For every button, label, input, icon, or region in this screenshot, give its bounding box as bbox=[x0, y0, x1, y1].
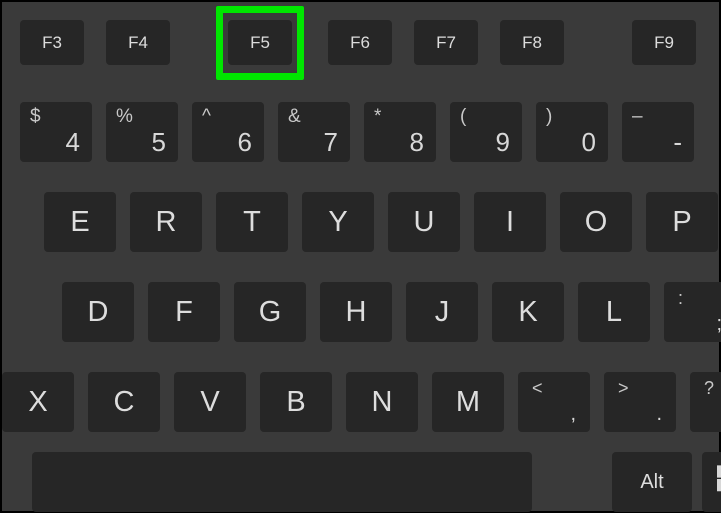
key-9[interactable]: (9 bbox=[450, 102, 522, 162]
key-6[interactable]: ^6 bbox=[192, 102, 264, 162]
key-label: V bbox=[200, 386, 219, 419]
key-label: T bbox=[243, 206, 261, 239]
key-label: U bbox=[414, 206, 435, 239]
key-period[interactable]: >. bbox=[604, 372, 676, 432]
key-upper: < bbox=[532, 378, 543, 399]
f8-key[interactable]: F8 bbox=[500, 20, 564, 65]
key-label: D bbox=[88, 296, 109, 329]
key-f[interactable]: F bbox=[148, 282, 220, 342]
key-slash[interactable]: ?/ bbox=[690, 372, 721, 432]
key-label: H bbox=[346, 296, 367, 329]
key-0[interactable]: )0 bbox=[536, 102, 608, 162]
key-label: N bbox=[372, 386, 393, 419]
alt-label: Alt bbox=[640, 471, 663, 494]
key-upper: – bbox=[632, 106, 643, 128]
key-upper: : bbox=[678, 288, 683, 309]
key-comma[interactable]: <, bbox=[518, 372, 590, 432]
f4-key[interactable]: F4 bbox=[106, 20, 170, 65]
key-label: B bbox=[286, 386, 305, 419]
key-label: F8 bbox=[522, 33, 542, 53]
key-label: F bbox=[175, 296, 193, 329]
key-y[interactable]: Y bbox=[302, 192, 374, 252]
key-t[interactable]: T bbox=[216, 192, 288, 252]
key-o[interactable]: O bbox=[560, 192, 632, 252]
key-8[interactable]: *8 bbox=[364, 102, 436, 162]
key-label: L bbox=[606, 296, 622, 329]
key-h[interactable]: H bbox=[320, 282, 392, 342]
key-5[interactable]: %5 bbox=[106, 102, 178, 162]
key-label: I bbox=[506, 206, 514, 239]
key-lower: 9 bbox=[496, 127, 510, 158]
key-lower: - bbox=[673, 127, 682, 158]
key-label: F3 bbox=[42, 33, 62, 53]
key-g[interactable]: G bbox=[234, 282, 306, 342]
f9-key[interactable]: F9 bbox=[632, 20, 696, 65]
key-label: K bbox=[518, 296, 537, 329]
key-label: F5 bbox=[250, 33, 270, 53]
key-d[interactable]: D bbox=[62, 282, 134, 342]
spacebar-key[interactable] bbox=[32, 452, 532, 512]
key-upper: ( bbox=[460, 106, 466, 128]
key-c[interactable]: C bbox=[88, 372, 160, 432]
key-label: M bbox=[456, 386, 480, 419]
key-4[interactable]: $4 bbox=[20, 102, 92, 162]
key-label: R bbox=[156, 206, 177, 239]
f7-key[interactable]: F7 bbox=[414, 20, 478, 65]
key-label: Y bbox=[328, 206, 347, 239]
key-label: F9 bbox=[654, 33, 674, 53]
key-upper: $ bbox=[30, 106, 41, 128]
key-upper: ? bbox=[704, 378, 714, 399]
key-label: P bbox=[672, 206, 691, 239]
key-upper: ) bbox=[546, 106, 552, 128]
key-lower: 7 bbox=[324, 127, 338, 158]
key-lower: , bbox=[570, 403, 576, 426]
key-label: J bbox=[435, 296, 450, 329]
key-x[interactable]: X bbox=[2, 372, 74, 432]
key-upper: ^ bbox=[202, 106, 211, 128]
key-lower: 4 bbox=[66, 127, 80, 158]
key-i[interactable]: I bbox=[474, 192, 546, 252]
key-upper: % bbox=[116, 106, 133, 128]
key-label: X bbox=[28, 386, 47, 419]
key-label: F6 bbox=[350, 33, 370, 53]
key-v[interactable]: V bbox=[174, 372, 246, 432]
key-e[interactable]: E bbox=[44, 192, 116, 252]
key-dash[interactable]: –- bbox=[622, 102, 694, 162]
f5-key[interactable]: F5 bbox=[228, 20, 292, 65]
key-lower: 8 bbox=[410, 127, 424, 158]
key-label: F7 bbox=[436, 33, 456, 53]
key-lower: 0 bbox=[582, 127, 596, 158]
f6-key[interactable]: F6 bbox=[328, 20, 392, 65]
key-label: C bbox=[114, 386, 135, 419]
key-label: F4 bbox=[128, 33, 148, 53]
key-label: E bbox=[70, 206, 89, 239]
key-lower: 6 bbox=[238, 127, 252, 158]
key-m[interactable]: M bbox=[432, 372, 504, 432]
key-lower: . bbox=[656, 403, 662, 426]
key-lower: 5 bbox=[152, 127, 166, 158]
key-label: O bbox=[585, 206, 608, 239]
key-r[interactable]: R bbox=[130, 192, 202, 252]
key-j[interactable]: J bbox=[406, 282, 478, 342]
key-semicolon[interactable]: :; bbox=[664, 282, 721, 342]
key-7[interactable]: &7 bbox=[278, 102, 350, 162]
key-upper: * bbox=[374, 106, 381, 128]
keyboard: F3F4F5F6F7F8F9 $4%5^6&7*8(9)0–- ERTYUIOP… bbox=[2, 2, 719, 511]
windows-key[interactable] bbox=[702, 452, 721, 512]
key-n[interactable]: N bbox=[346, 372, 418, 432]
key-upper: & bbox=[288, 106, 301, 128]
key-upper: > bbox=[618, 378, 629, 399]
key-u[interactable]: U bbox=[388, 192, 460, 252]
key-lower: ; bbox=[716, 313, 721, 336]
key-k[interactable]: K bbox=[492, 282, 564, 342]
key-b[interactable]: B bbox=[260, 372, 332, 432]
f3-key[interactable]: F3 bbox=[20, 20, 84, 65]
key-l[interactable]: L bbox=[578, 282, 650, 342]
windows-icon bbox=[717, 464, 721, 500]
key-label: G bbox=[259, 296, 282, 329]
key-p[interactable]: P bbox=[646, 192, 718, 252]
alt-key[interactable]: Alt bbox=[612, 452, 692, 512]
